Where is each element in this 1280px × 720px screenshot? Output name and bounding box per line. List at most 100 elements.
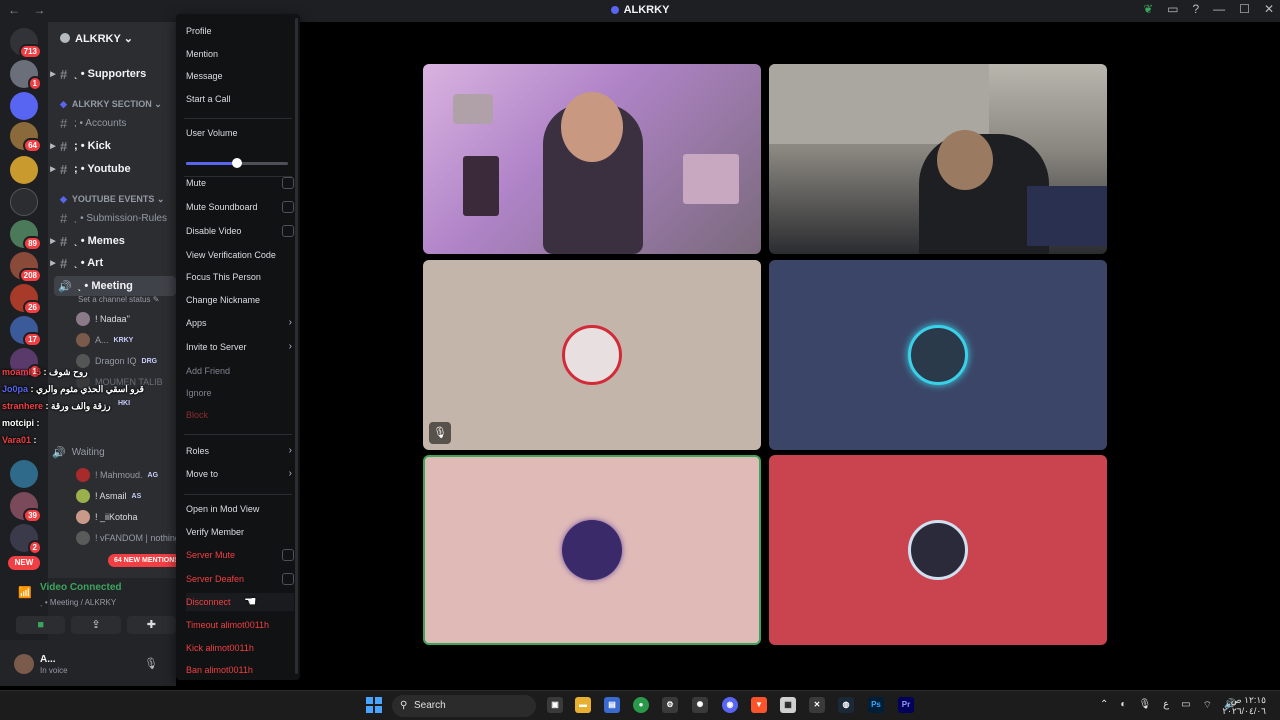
server-header[interactable]: ALKRKY ⌄ bbox=[48, 26, 176, 50]
voice-user[interactable]: ! Asmail AS bbox=[76, 486, 176, 506]
voice-user[interactable]: ! _iiKotoha bbox=[76, 507, 176, 527]
server-icon[interactable] bbox=[10, 156, 38, 184]
nitro-leaf-icon[interactable]: ❦ bbox=[1143, 2, 1153, 16]
video-tile-camera[interactable] bbox=[769, 64, 1107, 254]
menu-item-message[interactable]: Message bbox=[186, 67, 294, 85]
menu-item-server-deafen[interactable]: Server Deafen bbox=[186, 570, 294, 588]
server-icon[interactable] bbox=[10, 188, 38, 216]
menu-item-mention[interactable]: Mention bbox=[186, 45, 294, 63]
store-icon[interactable]: ▤ bbox=[604, 697, 620, 713]
microphone-icon[interactable]: 🎙 bbox=[144, 657, 158, 670]
server-icon[interactable]: 2 bbox=[10, 524, 42, 555]
channel-youtube[interactable]: ▶ # ; • Youtube bbox=[48, 159, 176, 179]
menu-item-disconnect[interactable]: Disconnect bbox=[186, 593, 294, 611]
app-icon[interactable]: ⚙ bbox=[662, 697, 678, 713]
server-icon[interactable] bbox=[10, 460, 38, 488]
app-icon[interactable]: ✕ bbox=[809, 697, 825, 713]
volume-knob[interactable] bbox=[232, 158, 242, 168]
menu-item-move-to[interactable]: Move to › bbox=[186, 465, 294, 483]
task-view-icon[interactable]: ▣ bbox=[547, 697, 563, 713]
voice-user[interactable]: A... KRKY bbox=[76, 330, 176, 350]
premiere-icon[interactable]: Pr bbox=[898, 697, 914, 713]
maximize-button[interactable]: ☐ bbox=[1239, 2, 1250, 16]
menu-item-block[interactable]: Block bbox=[186, 406, 294, 424]
clock[interactable]: ١٢:١٥ ص ٢٠٢٦/٠٤/٠٦ bbox=[1222, 695, 1266, 717]
checkbox[interactable] bbox=[282, 177, 294, 189]
server-icon[interactable]: 208 bbox=[10, 252, 42, 283]
category-alkrky-section[interactable]: ◆ ALKRKY SECTION ⌄ bbox=[60, 99, 162, 110]
voice-user[interactable]: HKI bbox=[118, 393, 176, 413]
video-tile-avatar[interactable] bbox=[769, 260, 1107, 450]
checkbox[interactable] bbox=[282, 225, 294, 237]
server-icon[interactable]: 26 bbox=[10, 284, 42, 315]
menu-item-profile[interactable]: Profile bbox=[186, 22, 294, 40]
new-servers-badge[interactable]: NEW bbox=[8, 556, 40, 570]
network-icon[interactable]: ▭ bbox=[1181, 699, 1190, 712]
checkbox[interactable] bbox=[282, 549, 294, 561]
file-explorer-icon[interactable]: ▬ bbox=[575, 697, 591, 713]
app-tray-icon[interactable]: ◐ bbox=[1120, 699, 1126, 712]
app-icon[interactable]: ▦ bbox=[780, 697, 796, 713]
menu-item-server-mute[interactable]: Server Mute bbox=[186, 546, 294, 564]
close-button[interactable]: ✕ bbox=[1264, 2, 1274, 16]
video-tile-selected[interactable] bbox=[423, 455, 761, 645]
server-icon[interactable]: 1 bbox=[10, 60, 42, 91]
menu-scrollbar[interactable] bbox=[295, 18, 298, 674]
user-name[interactable]: A... bbox=[40, 654, 56, 665]
chrome-icon[interactable]: ● bbox=[633, 697, 649, 713]
menu-item-ignore[interactable]: Ignore bbox=[186, 384, 294, 402]
menu-item-focus[interactable]: Focus This Person bbox=[186, 268, 294, 286]
menu-item-timeout[interactable]: Timeout alimot0011h bbox=[186, 616, 294, 634]
menu-item-ban[interactable]: Ban alimot0011h bbox=[186, 661, 294, 679]
menu-item-add-friend[interactable]: Add Friend bbox=[186, 362, 294, 380]
server-icon[interactable] bbox=[10, 92, 38, 120]
user-volume-slider[interactable] bbox=[186, 158, 288, 168]
channel-accounts[interactable]: # ; • Accounts bbox=[48, 113, 176, 133]
voice-user[interactable]: ! Nadaa'' bbox=[76, 309, 176, 329]
menu-item-start-call[interactable]: Start a Call bbox=[186, 90, 294, 108]
taskbar-search[interactable]: ⚲ Search bbox=[392, 695, 536, 717]
category-youtube-events[interactable]: ◆ YOUTUBE EVENTS ⌄ bbox=[60, 194, 164, 205]
voice-user[interactable]: ! Mahmoud. AG bbox=[76, 465, 176, 485]
new-mentions-pill[interactable]: 64 NEW MENTIONS bbox=[108, 554, 176, 567]
channel-submission-rules[interactable]: # ˎ • Submission-Rules bbox=[48, 208, 176, 228]
screen-share-button[interactable]: ⇪ bbox=[71, 616, 121, 634]
voice-location[interactable]: ˎ • Meeting / ALKRKY bbox=[38, 598, 188, 607]
wifi-icon[interactable]: ⌔ bbox=[1203, 699, 1212, 712]
voice-status[interactable]: Video Connected bbox=[20, 582, 148, 593]
camera-button[interactable]: ■ bbox=[16, 616, 66, 634]
steam-icon[interactable]: ◍ bbox=[838, 697, 854, 713]
chevron-up-icon[interactable]: ⌃ bbox=[1100, 699, 1108, 712]
server-icon[interactable]: 17 bbox=[10, 316, 42, 347]
activities-button[interactable]: ✚ bbox=[126, 616, 176, 634]
menu-item-roles[interactable]: Roles › bbox=[186, 442, 294, 460]
checkbox[interactable] bbox=[282, 201, 294, 213]
voice-user[interactable]: Dragon IQ DRG bbox=[76, 351, 176, 371]
photoshop-icon[interactable]: Ps bbox=[868, 697, 884, 713]
menu-item-mute[interactable]: Mute bbox=[186, 174, 294, 192]
voice-user[interactable]: ! vFANDOM | nothing bbox=[76, 528, 176, 548]
menu-item-mute-soundboard[interactable]: Mute Soundboard bbox=[186, 198, 294, 216]
server-icon[interactable]: 39 bbox=[10, 492, 42, 523]
server-icon[interactable]: 64 bbox=[10, 122, 42, 153]
menu-item-mod-view[interactable]: Open in Mod View bbox=[186, 500, 294, 518]
help-icon[interactable]: ? bbox=[1192, 2, 1199, 16]
menu-item-verify-member[interactable]: Verify Member bbox=[186, 523, 294, 541]
video-tile-avatar[interactable]: 🎙 bbox=[423, 260, 761, 450]
voice-channel-meeting[interactable]: 🔊 ˎ • Meeting bbox=[54, 276, 176, 296]
inbox-icon[interactable]: ▭ bbox=[1167, 2, 1178, 16]
channel-supporters[interactable]: ▶ # ˎ • Supporters bbox=[48, 64, 176, 84]
menu-item-invite[interactable]: Invite to Server › bbox=[186, 338, 294, 356]
server-home[interactable]: 713 bbox=[10, 28, 42, 59]
channel-memes[interactable]: ▶ # ˎ • Memes bbox=[48, 231, 176, 251]
menu-item-disable-video[interactable]: Disable Video bbox=[186, 222, 294, 240]
discord-taskbar-icon[interactable]: ◉ bbox=[722, 697, 738, 713]
minimize-button[interactable]: — bbox=[1213, 2, 1225, 16]
avatar[interactable] bbox=[14, 654, 34, 674]
menu-item-change-nickname[interactable]: Change Nickname bbox=[186, 291, 294, 309]
menu-item-apps[interactable]: Apps › bbox=[186, 314, 294, 332]
server-icon[interactable]: 89 bbox=[10, 220, 42, 251]
menu-item-view-verification[interactable]: View Verification Code bbox=[186, 246, 294, 264]
menu-item-kick[interactable]: Kick alimot0011h bbox=[186, 639, 294, 657]
brave-icon[interactable]: ▼ bbox=[751, 697, 767, 713]
